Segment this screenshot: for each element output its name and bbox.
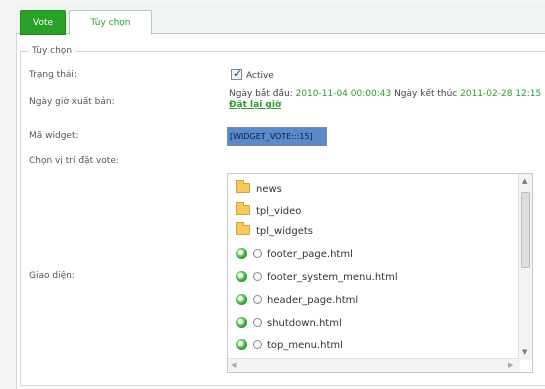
folder-icon (236, 202, 250, 215)
tree-item-label: shutdown.html (267, 318, 342, 329)
template-radio[interactable] (253, 340, 262, 349)
html-file-icon (236, 294, 247, 305)
start-date-value: 2010-11-04 00:00:43 (295, 89, 392, 99)
publish-date-label: Ngày giờ xuất bản: (29, 97, 115, 107)
tab-options[interactable]: Tùy chọn (69, 10, 152, 35)
tree-folder-news[interactable]: news (236, 180, 282, 200)
active-checkbox-label: Active (246, 71, 274, 81)
template-radio[interactable] (253, 318, 262, 327)
html-file-icon (236, 317, 247, 328)
folder-icon (236, 180, 250, 193)
publish-dates: Ngày bắt đầu: 2010-11-04 00:00:43 Ngày k… (229, 89, 541, 99)
tree-item-label: footer_system_menu.html (267, 272, 398, 283)
status-label: Trạng thái: (29, 70, 77, 80)
vertical-scrollbar[interactable]: ▲ ▼ (518, 174, 532, 360)
scroll-left-icon[interactable]: ◀ (231, 361, 236, 369)
tab-bar: Vote Tùy chọn (16, 4, 545, 35)
tree-item-label: tpl_widgets (256, 226, 313, 237)
end-date-value: 2011-02-28 12:15 (460, 89, 542, 99)
end-date-label: Ngày kết thúc (394, 89, 458, 99)
template-radio[interactable] (253, 295, 262, 304)
scroll-right-icon[interactable]: ▶ (508, 361, 513, 369)
folder-icon (236, 222, 250, 235)
tree-item-label: top_menu.html (267, 340, 343, 351)
tab-vote[interactable]: Vote (20, 10, 66, 35)
html-file-icon (236, 248, 247, 259)
options-legend: Tùy chọn (32, 46, 73, 56)
start-date-label: Ngày bắt đầu: (229, 89, 293, 99)
tree-file-header-page[interactable]: header_page.html (236, 291, 358, 311)
tree-folder-tpl-video[interactable]: tpl_video (236, 202, 301, 222)
template-radio[interactable] (253, 272, 262, 281)
widget-code-label: Mã widget: (29, 131, 79, 141)
tree-item-label: footer_page.html (267, 249, 353, 260)
tree-folder-tpl-widgets[interactable]: tpl_widgets (236, 222, 313, 242)
vertical-scroll-thumb[interactable] (521, 192, 530, 268)
template-tree[interactable]: news tpl_video tpl_widgets footer_page.h… (227, 173, 533, 373)
tree-file-footer-system-menu[interactable]: footer_system_menu.html (236, 268, 398, 288)
tree-item-label: tpl_video (256, 206, 302, 217)
tree-file-shutdown[interactable]: shutdown.html (236, 314, 342, 334)
horizontal-scrollbar[interactable]: ◀ ▶ (228, 358, 520, 372)
html-file-icon (236, 271, 247, 282)
status-control[interactable]: Active (231, 67, 274, 81)
reset-time-link[interactable]: Đặt lại giờ (229, 100, 281, 110)
template-radio[interactable] (253, 249, 262, 258)
tree-file-footer-page[interactable]: footer_page.html (236, 245, 353, 265)
template-label: Giao diện: (29, 271, 75, 281)
tree-item-label: news (256, 184, 282, 195)
tree-file-top-menu[interactable]: top_menu.html (236, 336, 343, 356)
scroll-down-icon[interactable]: ▼ (522, 348, 527, 356)
active-checkbox[interactable] (231, 67, 242, 80)
widget-code-field[interactable]: [WIDGET_VOTE:::15] (227, 127, 327, 146)
scroll-up-icon[interactable]: ▲ (522, 177, 527, 185)
tree-item-label: header_page.html (267, 295, 359, 306)
html-file-icon (236, 339, 247, 350)
vote-position-label: Chọn vị trí đặt vote: (29, 156, 119, 166)
